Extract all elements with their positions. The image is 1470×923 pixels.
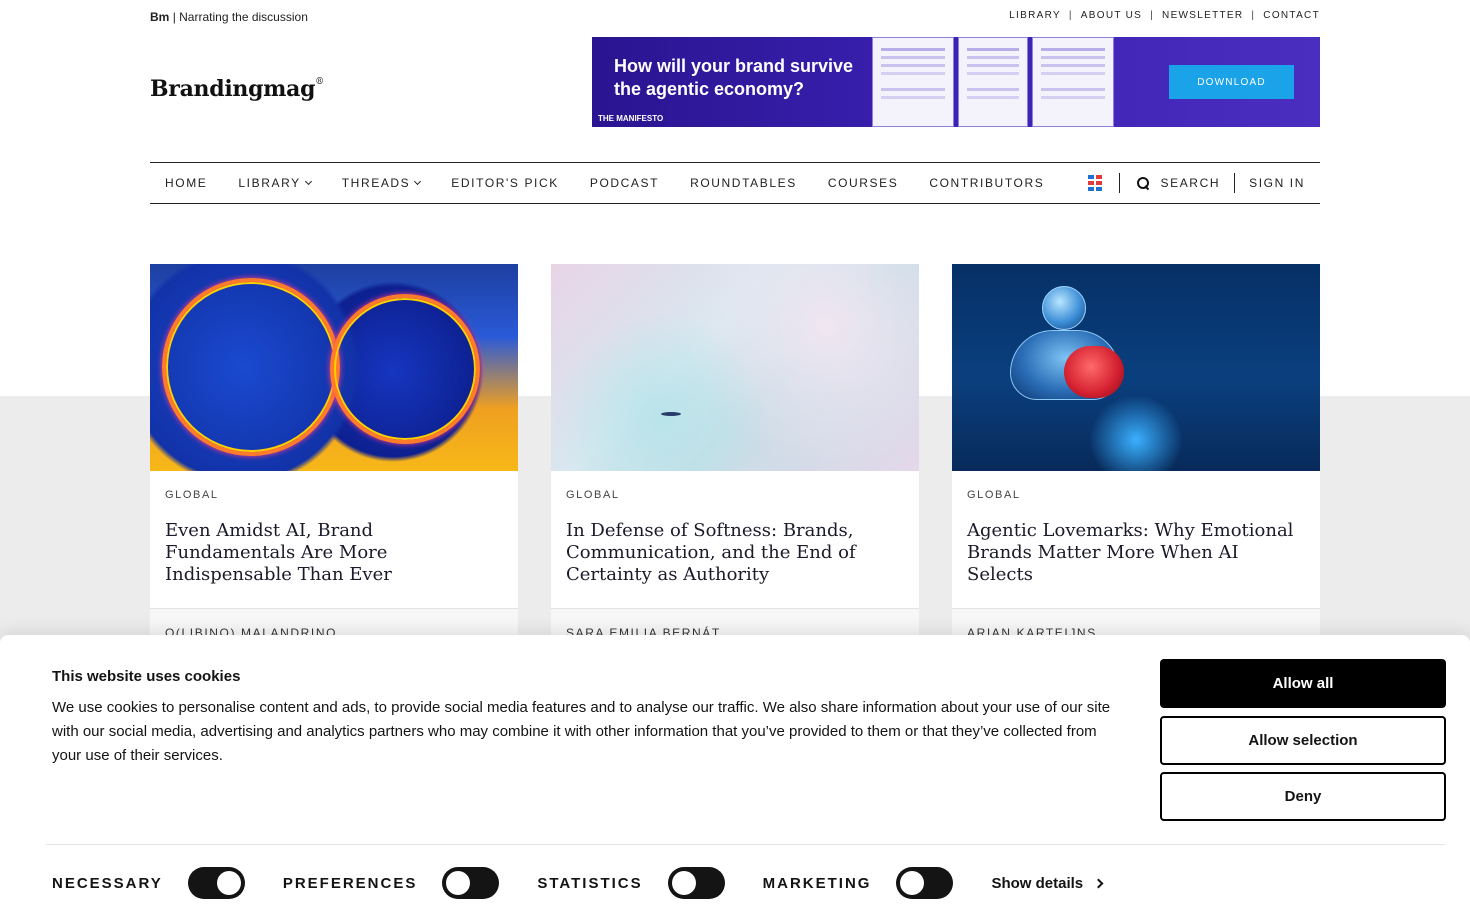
toggle-label-statistics: STATISTICS xyxy=(537,874,643,892)
ad-document-image xyxy=(958,37,1028,127)
article-image[interactable] xyxy=(551,264,919,471)
nav-label: HOME xyxy=(165,176,208,190)
search-icon[interactable] xyxy=(1136,176,1150,190)
site-logo[interactable]: Brandingmag® xyxy=(150,76,324,102)
cookie-toggles: NECESSARY PREFERENCES STATISTICS MARKETI… xyxy=(52,867,1104,899)
nav-item-editors-pick[interactable]: EDITOR'S PICK xyxy=(451,176,559,190)
nav-item-threads[interactable]: THREADS xyxy=(341,176,422,190)
top-bar: Bm | Narrating the discussion LIBRARY | … xyxy=(150,10,1320,26)
tagline-text: | Narrating the discussion xyxy=(172,10,308,24)
top-link-newsletter[interactable]: NEWSLETTER xyxy=(1162,10,1243,21)
sign-in-button[interactable]: SIGN IN xyxy=(1249,176,1305,190)
article-title[interactable]: Even Amidst AI, Brand Fundamentals Are M… xyxy=(165,520,495,586)
allow-all-button[interactable]: Allow all xyxy=(1160,659,1446,708)
nav-item-library[interactable]: LIBRARY xyxy=(238,176,312,190)
nav-label: PODCAST xyxy=(589,176,660,190)
chevron-right-icon xyxy=(1093,878,1104,888)
divider xyxy=(1234,173,1236,193)
ad-headline: How will your brand survive the agentic … xyxy=(614,56,854,99)
top-link-about-us[interactable]: ABOUT US xyxy=(1081,10,1142,21)
search-button[interactable]: SEARCH xyxy=(1161,176,1221,190)
show-details-link[interactable]: Show details xyxy=(991,874,1104,892)
top-links: LIBRARY | ABOUT US | NEWSLETTER | CONTAC… xyxy=(1009,10,1320,21)
cookie-text: We use cookies to personalise content an… xyxy=(52,699,1111,764)
nav-label: ROUNDTABLES xyxy=(690,176,797,190)
top-link-contact[interactable]: CONTACT xyxy=(1263,10,1320,21)
article-image[interactable] xyxy=(150,264,518,471)
toggle-label-marketing: MARKETING xyxy=(762,874,872,892)
article-region[interactable]: GLOBAL xyxy=(165,489,219,501)
nav-label: CONTRIBUTORS xyxy=(929,176,1045,190)
grid-icon[interactable] xyxy=(1087,175,1102,191)
top-link-library[interactable]: LIBRARY xyxy=(1009,10,1061,21)
article-card[interactable]: GLOBAL In Defense of Softness: Brands, C… xyxy=(551,264,919,664)
article-card[interactable]: GLOBAL Agentic Lovemarks: Why Emotional … xyxy=(952,264,1320,664)
deny-button[interactable]: Deny xyxy=(1160,772,1446,821)
preferences-toggle[interactable] xyxy=(442,867,500,899)
logo-text: Brandingmag xyxy=(150,76,316,102)
marketing-toggle[interactable] xyxy=(896,867,954,899)
statistics-toggle[interactable] xyxy=(667,867,725,899)
toggle-label-preferences: PREFERENCES xyxy=(282,874,418,892)
nav-label: COURSES xyxy=(827,176,899,190)
article-region[interactable]: GLOBAL xyxy=(967,489,1021,501)
ad-brand: THE MANIFESTO xyxy=(598,114,664,123)
toggle-label-necessary: NECESSARY xyxy=(52,874,163,892)
nav-item-home[interactable]: HOME xyxy=(165,176,207,190)
separator: | xyxy=(1251,10,1256,21)
brand-short[interactable]: Bm xyxy=(150,10,169,24)
article-title[interactable]: In Defense of Softness: Brands, Communic… xyxy=(566,520,896,586)
article-region[interactable]: GLOBAL xyxy=(566,489,620,501)
chevron-down-icon xyxy=(304,177,312,186)
ad-banner[interactable]: How will your brand survive the agentic … xyxy=(592,37,1320,127)
divider xyxy=(46,844,1445,845)
logo-mark: ® xyxy=(315,77,324,87)
article-title[interactable]: Agentic Lovemarks: Why Emotional Brands … xyxy=(967,520,1297,586)
nav-item-podcast[interactable]: PODCAST xyxy=(590,176,659,190)
cookie-banner: This website uses cookies We use cookies… xyxy=(0,635,1470,923)
nav-item-contributors[interactable]: CONTRIBUTORS xyxy=(929,176,1044,190)
article-card[interactable]: GLOBAL Even Amidst AI, Brand Fundamental… xyxy=(150,264,518,664)
chevron-down-icon xyxy=(414,177,422,186)
separator: | xyxy=(1068,10,1073,21)
article-image[interactable] xyxy=(952,264,1320,471)
necessary-toggle[interactable] xyxy=(187,867,245,899)
separator: | xyxy=(1150,10,1155,21)
nav-label: THREADS xyxy=(341,176,411,190)
cookie-title: This website uses cookies xyxy=(52,668,241,685)
tagline: Bm | Narrating the discussion xyxy=(150,10,308,24)
nav-item-roundtables[interactable]: ROUNDTABLES xyxy=(690,176,797,190)
allow-selection-button[interactable]: Allow selection xyxy=(1160,716,1446,765)
nav-label: EDITOR'S PICK xyxy=(451,176,559,190)
divider xyxy=(1118,173,1120,193)
nav-label: LIBRARY xyxy=(238,176,301,190)
ad-download-button[interactable]: DOWNLOAD xyxy=(1169,65,1294,99)
ad-document-image xyxy=(872,37,954,127)
ad-document-image xyxy=(1032,37,1114,127)
main-nav: HOME LIBRARY THREADS EDITOR'S PICK PODCA… xyxy=(150,162,1320,204)
show-details-label: Show details xyxy=(991,874,1084,892)
nav-item-courses[interactable]: COURSES xyxy=(828,176,899,190)
